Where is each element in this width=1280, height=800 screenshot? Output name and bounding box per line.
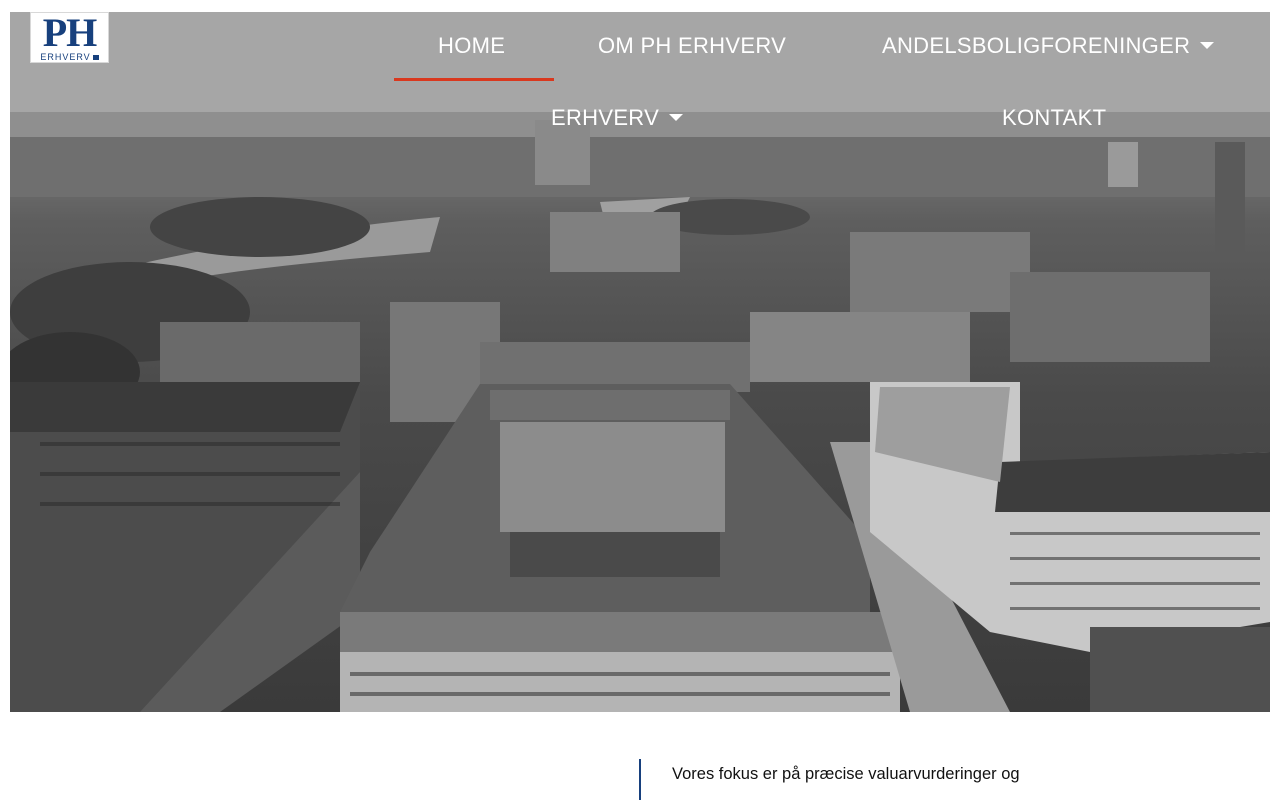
site-logo[interactable]: PH ERHVERV [30,12,109,63]
nav-item-erhverv[interactable]: ERHVERV [551,105,684,131]
active-nav-underline [394,78,554,81]
nav-item-kontakt[interactable]: KONTAKT [1002,105,1106,131]
nav-item-om-ph-erhverv[interactable]: OM PH ERHVERV [598,33,786,59]
nav-item-home[interactable]: HOME [438,33,505,59]
logo-mark: PH [42,12,98,55]
nav-item-andelsboligforeninger-label: ANDELSBOLIGFORENINGER [882,33,1191,58]
logo-subtitle: ERHVERV [40,52,91,62]
nav-item-om-ph-erhverv-label: OM PH ERHVERV [598,33,787,58]
house-icon [92,55,99,60]
nav-item-erhverv-label: ERHVERV [551,105,660,130]
caret-down-icon [1200,42,1215,49]
content-divider [639,759,641,800]
caret-down-icon [669,114,684,121]
intro-text: Vores fokus er på præcise valuarvurderin… [672,765,1020,783]
nav-item-andelsboligforeninger[interactable]: ANDELSBOLIGFORENINGER [882,33,1215,59]
nav-item-home-label: HOME [438,33,506,58]
nav-item-kontakt-label: KONTAKT [1002,105,1107,130]
